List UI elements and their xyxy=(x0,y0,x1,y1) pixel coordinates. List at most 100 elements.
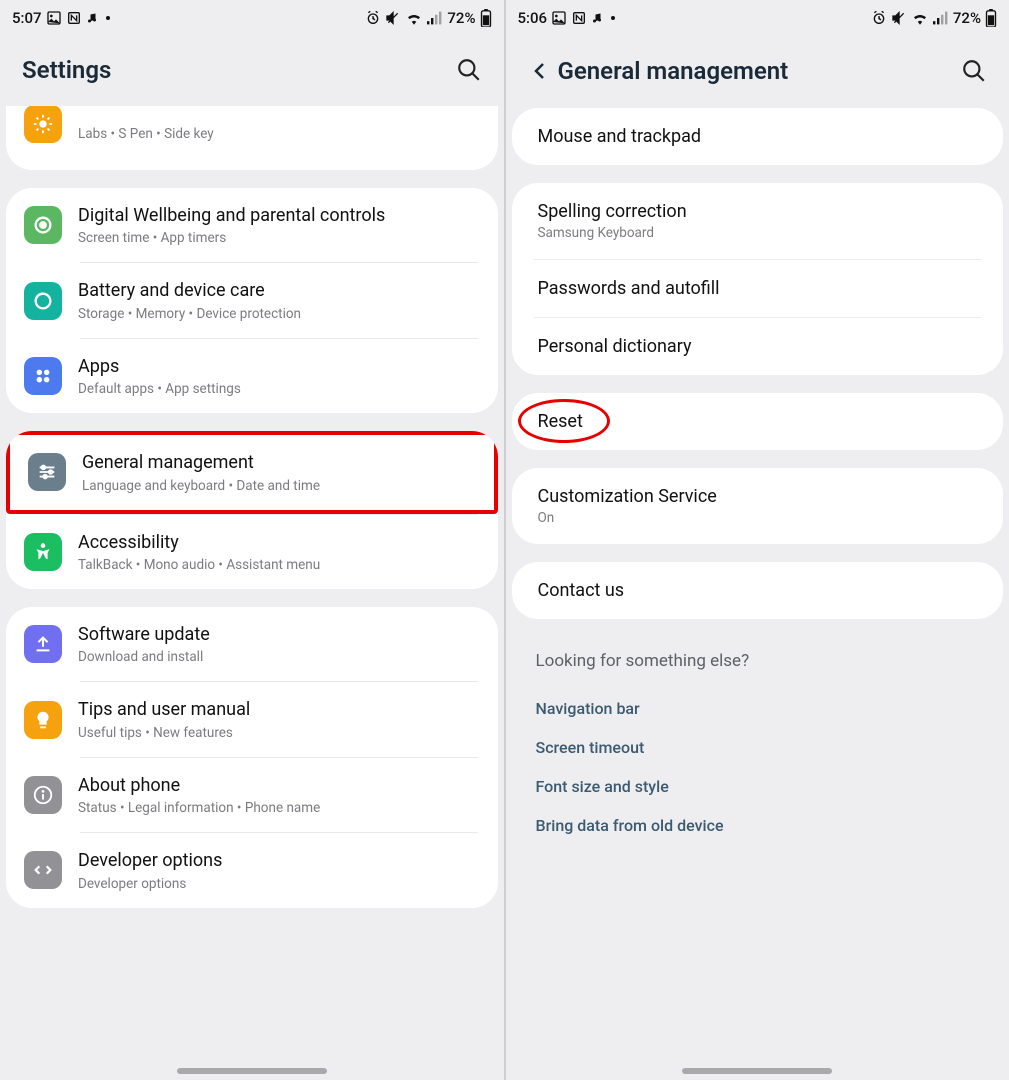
item-title: Software update xyxy=(78,623,478,646)
item-title: Developer options xyxy=(78,849,478,872)
gm-card-mouse: Mouse and trackpad xyxy=(512,108,1004,165)
software-update-icon xyxy=(24,625,62,663)
settings-card-group2: General management Language and keyboard… xyxy=(6,431,498,589)
nfc-icon xyxy=(66,10,82,26)
item-title: Passwords and autofill xyxy=(538,278,978,299)
gm-card-contact: Contact us xyxy=(512,562,1004,619)
status-battery-pct: 72% xyxy=(447,9,475,27)
image-icon xyxy=(551,10,567,26)
item-title: About phone xyxy=(78,774,478,797)
gm-card-input: Spelling correction Samsung Keyboard Pas… xyxy=(512,183,1004,375)
settings-item-accessibility[interactable]: Accessibility TalkBack • Mono audio • As… xyxy=(6,515,498,589)
item-title: Accessibility xyxy=(78,531,478,554)
gm-item-spelling-correction[interactable]: Spelling correction Samsung Keyboard xyxy=(512,183,1004,259)
settings-item-apps[interactable]: Apps Default apps • App settings xyxy=(6,339,498,413)
item-subtitle: Default apps • App settings xyxy=(78,381,478,397)
settings-item-advanced-features[interactable]: Labs • S Pen • Side key xyxy=(6,106,498,170)
battery-icon xyxy=(985,9,997,27)
mute-icon xyxy=(891,10,907,26)
general-management-icon xyxy=(28,453,66,491)
item-title: Battery and device care xyxy=(78,279,478,302)
status-time: 5:07 xyxy=(12,9,42,27)
item-subtitle: Labs • S Pen • Side key xyxy=(78,126,478,142)
item-title: Mouse and trackpad xyxy=(538,126,978,147)
image-icon xyxy=(46,10,62,26)
item-title: Apps xyxy=(78,355,478,378)
settings-item-about-phone[interactable]: About phone Status • Legal information •… xyxy=(6,758,498,832)
item-subtitle: Storage • Memory • Device protection xyxy=(78,306,478,322)
wifi-icon xyxy=(911,11,929,25)
item-subtitle: Screen time • App timers xyxy=(78,230,478,246)
item-title: Spelling correction xyxy=(538,201,978,222)
gesture-handle[interactable] xyxy=(682,1068,832,1074)
gm-card-customization: Customization Service On xyxy=(512,468,1004,544)
gm-item-reset[interactable]: Reset xyxy=(512,393,1004,450)
suggestions-heading: Looking for something else? xyxy=(536,651,980,671)
more-notifications-dot xyxy=(611,16,615,20)
item-title: Tips and user manual xyxy=(78,698,478,721)
mute-icon xyxy=(385,10,401,26)
search-button[interactable] xyxy=(456,57,482,83)
item-subtitle: TalkBack • Mono audio • Assistant menu xyxy=(78,557,478,573)
gm-item-contact-us[interactable]: Contact us xyxy=(512,562,1004,619)
suggest-link-screen-timeout[interactable]: Screen timeout xyxy=(536,728,980,767)
status-time: 5:06 xyxy=(518,9,548,27)
settings-item-battery-device-care[interactable]: Battery and device care Storage • Memory… xyxy=(6,263,498,337)
settings-item-software-update[interactable]: Software update Download and install xyxy=(6,607,498,681)
advanced-features-icon xyxy=(24,106,62,143)
gm-item-mouse-trackpad[interactable]: Mouse and trackpad xyxy=(512,108,1004,165)
about-phone-icon xyxy=(24,776,62,814)
item-subtitle: Samsung Keyboard xyxy=(538,225,978,241)
music-note-icon xyxy=(86,11,98,25)
wifi-icon xyxy=(405,11,423,25)
settings-item-general-management[interactable]: General management Language and keyboard… xyxy=(6,431,498,513)
page-title: Settings xyxy=(22,56,456,84)
accessibility-icon xyxy=(24,533,62,571)
settings-item-tips[interactable]: Tips and user manual Useful tips • New f… xyxy=(6,682,498,756)
header: Settings xyxy=(0,36,504,100)
suggestions-block: Looking for something else? Navigation b… xyxy=(510,633,1006,855)
item-title: Customization Service xyxy=(538,486,978,507)
alarm-icon xyxy=(365,10,381,26)
signal-icon xyxy=(933,11,949,25)
item-subtitle: Download and install xyxy=(78,649,478,665)
item-subtitle: Status • Legal information • Phone name xyxy=(78,800,478,816)
settings-item-developer-options[interactable]: Developer options Developer options xyxy=(6,833,498,907)
search-button[interactable] xyxy=(961,58,987,84)
item-subtitle: Language and keyboard • Date and time xyxy=(82,478,474,494)
item-title: Contact us xyxy=(538,580,978,601)
settings-card-group1: Digital Wellbeing and parental controls … xyxy=(6,188,498,413)
alarm-icon xyxy=(871,10,887,26)
item-subtitle: Developer options xyxy=(78,876,478,892)
header: General management xyxy=(506,36,1009,102)
battery-icon xyxy=(480,9,492,27)
more-notifications-dot xyxy=(106,16,110,20)
item-title: Personal dictionary xyxy=(538,336,978,357)
item-title: General management xyxy=(82,451,474,474)
apps-icon xyxy=(24,357,62,395)
suggest-link-font-size[interactable]: Font size and style xyxy=(536,767,980,806)
music-note-icon xyxy=(591,11,603,25)
gm-item-personal-dictionary[interactable]: Personal dictionary xyxy=(512,318,1004,375)
suggest-link-navigation-bar[interactable]: Navigation bar xyxy=(536,689,980,728)
gm-card-reset: Reset xyxy=(512,393,1004,450)
developer-options-icon xyxy=(24,851,62,889)
suggest-link-bring-data[interactable]: Bring data from old device xyxy=(536,806,980,845)
item-title: Digital Wellbeing and parental controls xyxy=(78,204,478,227)
item-subtitle: On xyxy=(538,510,978,526)
signal-icon xyxy=(427,11,443,25)
tips-icon xyxy=(24,701,62,739)
settings-card-advanced-partial: Labs • S Pen • Side key xyxy=(6,106,498,170)
gm-item-passwords-autofill[interactable]: Passwords and autofill xyxy=(512,260,1004,317)
device-care-icon xyxy=(24,282,62,320)
page-title: General management xyxy=(558,57,962,85)
gm-item-customization-service[interactable]: Customization Service On xyxy=(512,468,1004,544)
status-bar: 5:07 72% xyxy=(0,0,504,36)
back-button[interactable] xyxy=(528,56,558,86)
gesture-handle[interactable] xyxy=(177,1068,327,1074)
settings-card-group3: Software update Download and install Tip… xyxy=(6,607,498,908)
settings-item-digital-wellbeing[interactable]: Digital Wellbeing and parental controls … xyxy=(6,188,498,262)
phone-right-general-management[interactable]: 5:06 72% General management xyxy=(504,0,1009,1080)
phone-left-settings[interactable]: 5:07 72% Settings xyxy=(0,0,504,1080)
nfc-icon xyxy=(571,10,587,26)
